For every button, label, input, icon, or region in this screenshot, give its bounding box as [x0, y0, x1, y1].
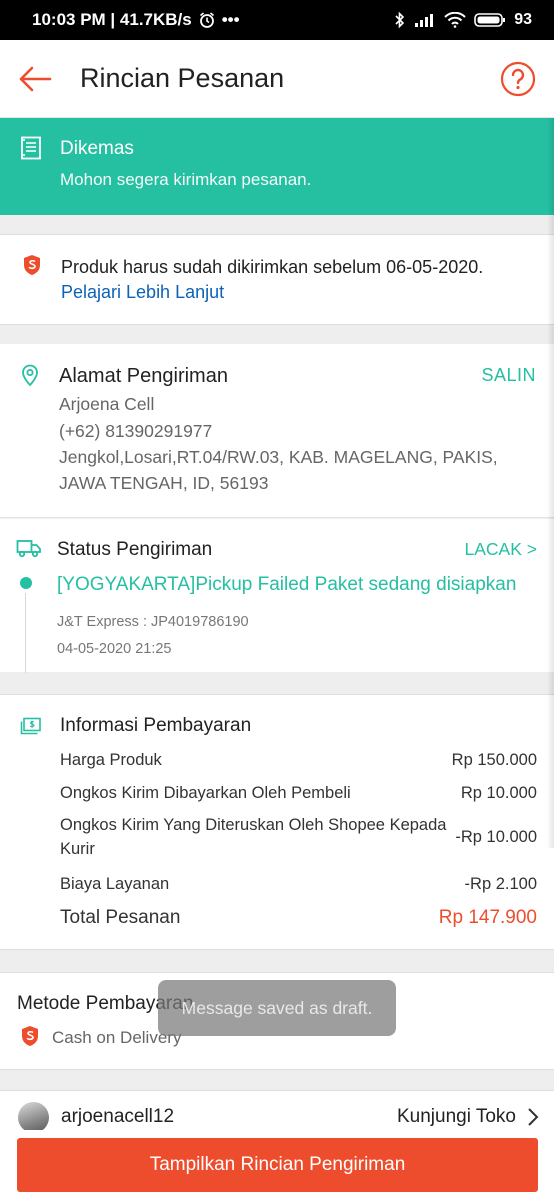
wifi-icon [444, 12, 466, 28]
shipping-status-title: Status Pengiriman [57, 539, 213, 560]
help-button[interactable] [500, 61, 536, 102]
status-more-dots: ••• [221, 10, 240, 29]
page-title: Rincian Pesanan [80, 63, 285, 93]
back-arrow-icon [19, 66, 52, 91]
track-button[interactable]: LACAK > [465, 539, 537, 560]
order-total-value: Rp 147.900 [438, 907, 537, 928]
receipt-icon [20, 136, 42, 165]
show-shipping-details-button[interactable]: Tampilkan Rincian Pengiriman [17, 1138, 538, 1192]
service-fee-value: -Rp 2.100 [464, 875, 537, 893]
order-detail-screen: 10:03 PM | 41.7KB/s ••• 93 Rincian Pesan… [0, 0, 554, 1200]
battery-icon [474, 12, 506, 28]
price-row-value: Rp 150.000 [451, 751, 537, 769]
order-status-title: Dikemas [60, 138, 134, 159]
payment-info-title: Informasi Pembayaran [60, 715, 252, 736]
tracking-datetime: 04-05-2020 21:25 [57, 641, 172, 657]
copy-address-button[interactable]: SALIN [481, 365, 536, 386]
service-fee-label: Biaya Layanan [60, 875, 170, 893]
shopee-shipping-value: -Rp 10.000 [455, 828, 537, 846]
battery-percentage: 93 [514, 11, 532, 28]
location-pin-icon [20, 363, 40, 392]
payment-icon [20, 717, 42, 740]
timeline-dot [20, 577, 32, 589]
truck-icon [16, 538, 42, 563]
signal-icon [414, 12, 436, 28]
address-line-2: JAWA TENGAH, ID, 56193 [59, 473, 269, 493]
scroll-edge-shadow [547, 118, 554, 848]
system-status-bar: 10:03 PM | 41.7KB/s ••• 93 [0, 0, 554, 40]
shipping-deadline-card: Produk harus sudah dikirimkan sebelum 06… [0, 234, 554, 325]
toast-message: Message saved as draft. [158, 980, 396, 1036]
buyer-shipping-value: Rp 10.000 [460, 784, 537, 802]
payment-info-card: Informasi Pembayaran Harga Produk Rp 150… [0, 694, 554, 950]
status-time: 10:03 PM | 41.7KB/s [32, 10, 192, 29]
shipping-address-card: Alamat Pengiriman SALIN Arjoena Cell (+6… [0, 344, 554, 518]
recipient-name: Arjoena Cell [59, 394, 155, 414]
back-button[interactable] [0, 40, 70, 118]
timeline-line [25, 593, 26, 673]
shopee-shield-icon [20, 1025, 40, 1052]
latest-tracking-event[interactable]: [YOGYAKARTA]Pickup Failed Paket sedang d… [57, 574, 516, 596]
seller-avatar [18, 1102, 49, 1133]
address-line-1: Jengkol,Losari,RT.04/RW.03, KAB. MAGELAN… [59, 447, 498, 467]
shopee-shield-icon [22, 254, 42, 281]
chevron-right-icon [526, 1106, 540, 1133]
bottom-action-bar: Tampilkan Rincian Pengiriman [0, 1130, 554, 1200]
deadline-text: Produk harus sudah dikirimkan sebelum 06… [61, 257, 484, 277]
shopee-shipping-label-cont: Kurir [60, 840, 95, 858]
courier-tracking-number: J&T Express : JP4019786190 [57, 614, 249, 630]
shipping-status-card: Status Pengiriman LACAK > [YOGYAKARTA]Pi… [0, 519, 554, 673]
order-total-label: Total Pesanan [60, 907, 181, 928]
recipient-phone: (+62) 81390291977 [59, 421, 213, 441]
order-status-banner: Dikemas Mohon segera kirimkan pesanan. [0, 118, 554, 215]
learn-more-link[interactable]: Pelajari Lebih Lanjut [61, 282, 224, 303]
order-status-message: Mohon segera kirimkan pesanan. [60, 170, 312, 189]
help-icon [500, 61, 536, 97]
bluetooth-icon [394, 11, 406, 29]
alarm-icon [198, 11, 216, 29]
shopee-shipping-label: Ongkos Kirim Yang Diteruskan Oleh Shopee… [60, 816, 447, 834]
app-bar: Rincian Pesanan [0, 40, 554, 118]
seller-username: arjoenacell12 [61, 1106, 175, 1127]
price-row-label: Harga Produk [60, 751, 162, 769]
address-title: Alamat Pengiriman [59, 365, 228, 387]
buyer-shipping-label: Ongkos Kirim Dibayarkan Oleh Pembeli [60, 784, 351, 802]
visit-shop-link[interactable]: Kunjungi Toko [397, 1106, 516, 1128]
